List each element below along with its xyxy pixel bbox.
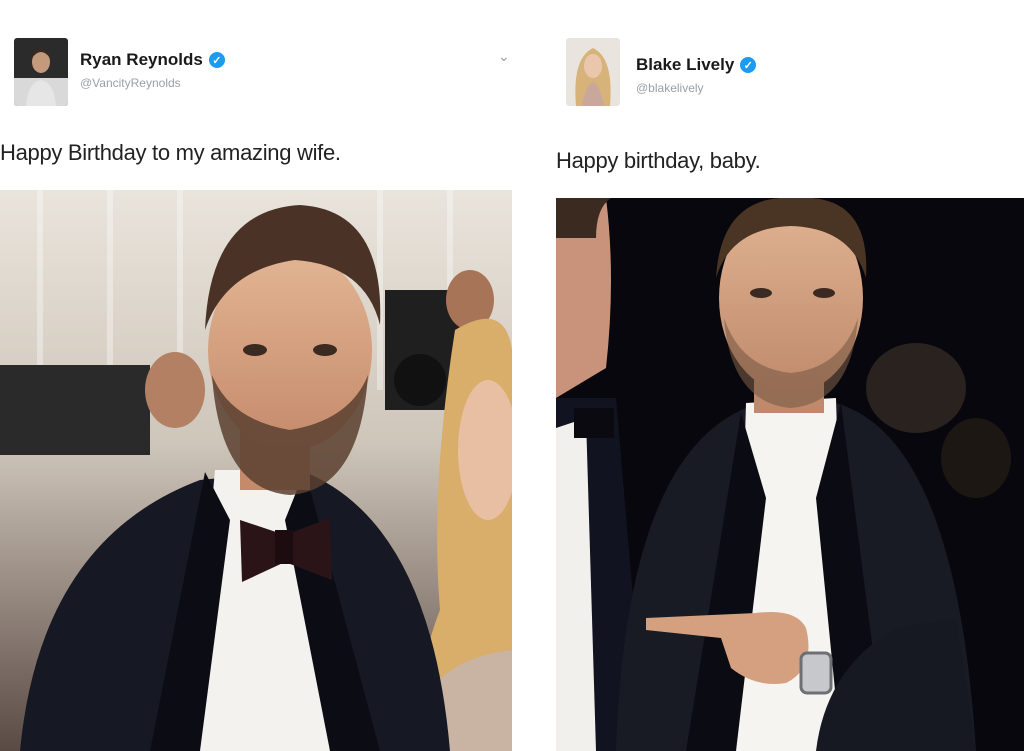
chevron-down-icon[interactable]: ⌄ bbox=[498, 48, 510, 65]
tweet-photo[interactable] bbox=[0, 190, 512, 751]
user-handle[interactable]: @VancityReynolds bbox=[80, 76, 181, 90]
verified-badge-icon: ✓ bbox=[208, 52, 225, 68]
tweet-text: Happy birthday, baby. bbox=[556, 148, 761, 173]
tweet-card: Blake Lively ✓ @blakelively Happy birthd… bbox=[548, 0, 1024, 751]
tweet-card: Ryan Reynolds ✓ @VancityReynolds ⌄ Happy… bbox=[0, 0, 520, 751]
person-avatar-icon bbox=[14, 38, 68, 106]
person-avatar-icon bbox=[566, 38, 620, 106]
user-handle[interactable]: @blakelively bbox=[636, 81, 704, 95]
tweet-photo[interactable] bbox=[556, 198, 1024, 751]
tweet-text: Happy Birthday to my amazing wife. bbox=[0, 140, 341, 165]
display-name[interactable]: Ryan Reynolds bbox=[80, 50, 203, 70]
tuxedo-man-pointing-photo-icon bbox=[556, 198, 1024, 751]
avatar[interactable] bbox=[14, 38, 68, 106]
avatar[interactable] bbox=[566, 38, 620, 106]
verified-badge-icon: ✓ bbox=[740, 57, 757, 73]
display-name[interactable]: Blake Lively bbox=[636, 55, 734, 75]
tuxedo-man-photo-icon bbox=[0, 190, 512, 751]
